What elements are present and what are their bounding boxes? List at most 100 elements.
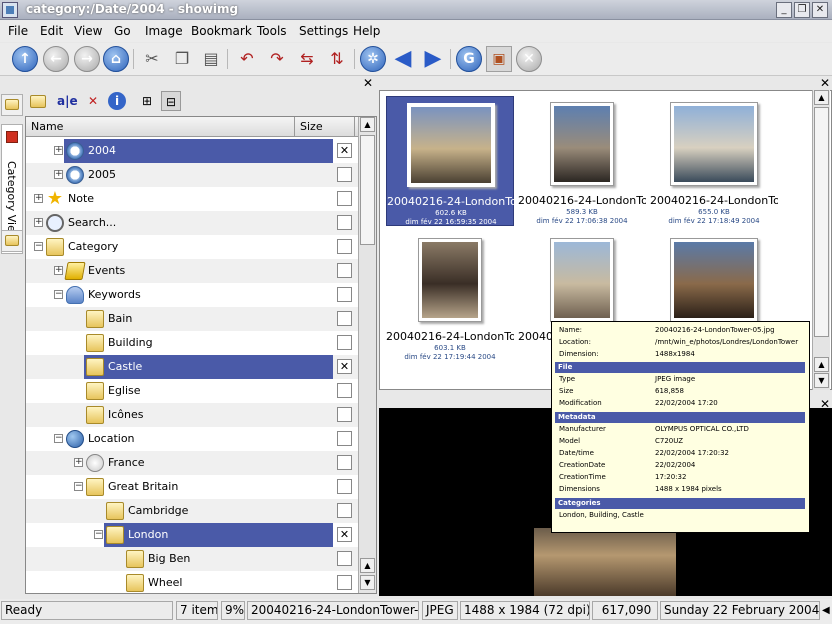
expand-icon[interactable]: + [54,146,63,155]
tree-row[interactable]: +2005 [26,163,358,187]
delete-icon[interactable]: ✕ [83,91,103,111]
scroll-thumb[interactable] [360,135,375,245]
maximize-button[interactable]: ❐ [794,2,810,18]
refresh-icon[interactable]: G [456,46,482,72]
rotate-left-icon[interactable]: ↶ [234,46,260,72]
album-view-tab[interactable] [1,230,23,252]
tree-row[interactable]: − Great Britain [26,475,358,499]
next-icon[interactable]: ▶ [420,46,446,72]
tree-row[interactable]: Cambridge [26,499,358,523]
category-checkbox[interactable]: ✕ [337,359,352,374]
forward-icon[interactable]: → [74,46,100,72]
info-icon[interactable]: i [108,92,126,110]
tree-row[interactable]: +2004 ✕ [26,139,358,163]
minimize-button[interactable]: _ [776,2,792,18]
category-checkbox[interactable] [337,287,352,302]
collapse-icon[interactable]: − [54,434,63,443]
category-checkbox[interactable] [337,239,352,254]
expand-icon[interactable]: + [74,458,83,467]
scroll-up-button[interactable]: ▲ [814,90,829,105]
scroll-thumb[interactable] [814,107,829,337]
category-checkbox[interactable] [337,575,352,590]
category-checkbox[interactable] [337,455,352,470]
tree-row[interactable]: − Location [26,427,358,451]
collapse-icon[interactable]: − [74,482,83,491]
menu-view[interactable]: View [74,24,102,38]
tree-row[interactable]: Building [26,331,358,355]
expand-icon[interactable]: + [34,218,43,227]
tree-row[interactable]: Wheel [26,571,358,593]
up-icon[interactable]: ↑ [12,46,38,72]
scroll-up-button[interactable]: ▲ [814,357,829,372]
back-icon[interactable]: ← [43,46,69,72]
collapse-icon[interactable]: − [54,290,63,299]
thumbnail-item[interactable]: 20040216-24-LondonTo... 602.6 KB dim fév 2… [386,96,515,226]
rotate-right-icon[interactable]: ↷ [264,46,290,72]
menu-file[interactable]: File [8,24,28,38]
tree-row[interactable]: + Events [26,259,358,283]
menu-settings[interactable]: Settings [299,24,348,38]
category-checkbox[interactable] [337,191,352,206]
tree-row[interactable]: − London ✕ [26,523,358,547]
category-checkbox[interactable] [337,215,352,230]
tree-scrollbar[interactable]: ▲ ▲ ▼ [358,117,376,593]
category-checkbox[interactable]: ✕ [337,527,352,542]
category-checkbox[interactable] [337,431,352,446]
menu-bookmark[interactable]: Bookmark [191,24,252,38]
settings-icon[interactable]: ✲ [360,46,386,72]
expand-icon[interactable]: + [34,194,43,203]
cut-icon[interactable]: ✂ [139,46,165,72]
copy-icon[interactable]: ❐ [169,46,195,72]
column-name-header[interactable]: Name [31,120,63,133]
tree-row[interactable]: Big Ben [26,547,358,571]
rename-icon[interactable]: a|e [57,91,78,111]
collapse-all-icon[interactable]: ⊟ [161,91,181,111]
thumbnail-item[interactable]: 20040216-24-LondonTo... 655.0 KB dim fév 2… [650,96,778,226]
scroll-down-button[interactable]: ▼ [814,373,829,388]
category-checkbox[interactable]: ✕ [337,143,352,158]
tree-row[interactable]: Castle ✕ [26,355,358,379]
flip-vertical-icon[interactable]: ⇅ [324,46,350,72]
slideshow-icon[interactable]: ▣ [486,46,512,72]
category-checkbox[interactable] [337,551,352,566]
thumbnail-item[interactable]: 20040216-24-LondonTo... 603.1 KB dim fév 2… [386,232,514,362]
category-checkbox[interactable] [337,167,352,182]
folder-view-tab[interactable] [1,94,23,116]
expand-icon[interactable]: + [54,266,63,275]
flip-horizontal-icon[interactable]: ⇆ [294,46,320,72]
thumbnail-item[interactable]: 20040216-24-LondonTo... 589.3 KB dim fév 2… [518,96,646,226]
category-checkbox[interactable] [337,479,352,494]
stop-icon[interactable]: ✕ [516,46,542,72]
thumbnail-scrollbar[interactable]: ▲ ▲ ▼ [812,90,830,390]
tree-row[interactable]: − Keywords [26,283,358,307]
category-checkbox[interactable] [337,407,352,422]
tree-row[interactable]: + France [26,451,358,475]
paste-icon[interactable]: ▤ [198,46,224,72]
column-size-header[interactable]: Size [300,120,323,133]
close-window-button[interactable]: ✕ [812,2,828,18]
expand-all-icon[interactable]: ⊞ [137,91,157,111]
category-checkbox[interactable] [337,311,352,326]
category-checkbox[interactable] [337,383,352,398]
tree-row[interactable]: + ★ Note [26,187,358,211]
menu-tools[interactable]: Tools [257,24,287,38]
category-checkbox[interactable] [337,503,352,518]
home-icon[interactable]: ⌂ [103,46,129,72]
category-checkbox[interactable] [337,335,352,350]
app-icon[interactable] [2,2,18,18]
expand-icon[interactable]: + [54,170,63,179]
category-checkbox[interactable] [337,263,352,278]
tree-row[interactable]: Bain [26,307,358,331]
collapse-icon[interactable]: − [94,530,103,539]
scroll-up-button[interactable]: ▲ [360,117,375,132]
scroll-up-button[interactable]: ▲ [360,558,375,573]
tree-row[interactable]: Eglise [26,379,358,403]
previous-icon[interactable]: ◀ [390,46,416,72]
scroll-down-button[interactable]: ▼ [360,575,375,590]
new-category-icon[interactable] [30,95,46,108]
tree-row[interactable]: + Search... [26,211,358,235]
menu-image[interactable]: Image [145,24,183,38]
menu-edit[interactable]: Edit [40,24,63,38]
tree-row[interactable]: − Category [26,235,358,259]
collapse-icon[interactable]: − [34,242,43,251]
